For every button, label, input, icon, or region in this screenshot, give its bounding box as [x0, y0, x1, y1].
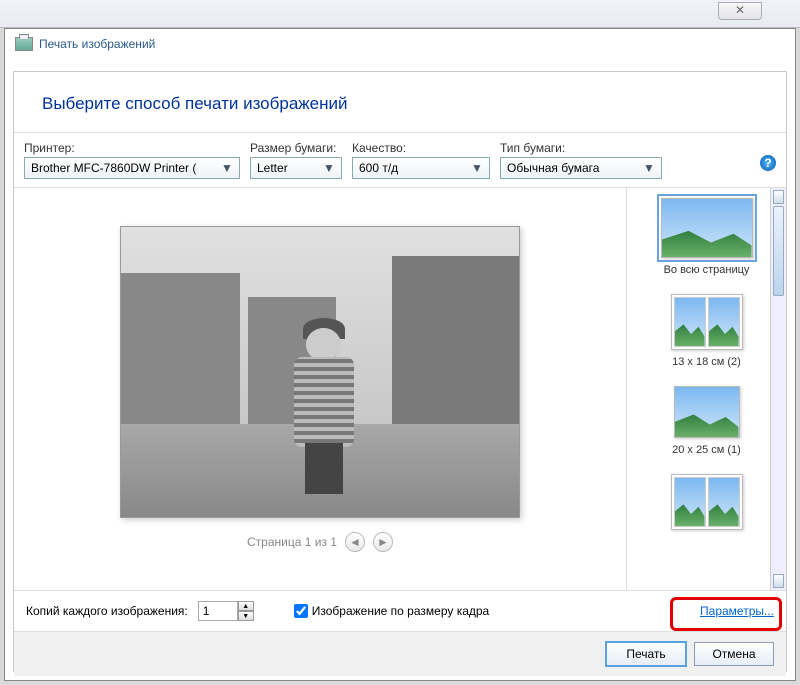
printer-group: Принтер: Brother MFC-7860DW Printer ( ▼	[24, 141, 240, 179]
paper-type-label: Тип бумаги:	[500, 141, 662, 155]
page-navigation: Страница 1 из 1 ◄ ►	[247, 532, 393, 552]
layout-option-20x25[interactable]: 20 x 25 см (1)	[633, 386, 780, 456]
print-pictures-dialog: Печать изображений Выберите способ печат…	[4, 28, 796, 681]
fit-frame-label: Изображение по размеру кадра	[312, 604, 489, 618]
copies-label: Копий каждого изображения:	[26, 604, 188, 618]
chevron-down-icon: ▼	[321, 161, 337, 175]
paper-type-combobox[interactable]: Обычная бумага ▼	[500, 157, 662, 179]
parent-window-titlebar: ✕	[0, 0, 800, 28]
layout-option-next[interactable]	[633, 474, 780, 530]
preview-pane: Страница 1 из 1 ◄ ►	[14, 188, 626, 590]
paper-size-group: Размер бумаги: Letter ▼	[250, 141, 342, 179]
print-button[interactable]: Печать	[606, 642, 686, 666]
next-page-button[interactable]: ►	[373, 532, 393, 552]
main-area: Страница 1 из 1 ◄ ► Во всю страницу 13 x …	[14, 188, 786, 590]
quality-value: 600 т/д	[359, 161, 398, 175]
layout-option-full[interactable]: Во всю страницу	[633, 198, 780, 276]
cancel-button[interactable]: Отмена	[694, 642, 774, 666]
layout-option-13x18[interactable]: 13 x 18 см (2)	[633, 294, 780, 368]
chevron-down-icon: ▼	[469, 161, 485, 175]
printer-combobox[interactable]: Brother MFC-7860DW Printer ( ▼	[24, 157, 240, 179]
prev-page-button[interactable]: ◄	[345, 532, 365, 552]
layout-label: 13 x 18 см (2)	[633, 356, 780, 368]
dialog-inner-panel: Выберите способ печати изображений Принт…	[13, 71, 787, 672]
printer-icon	[15, 37, 33, 51]
help-icon[interactable]: ?	[760, 155, 776, 171]
quality-group: Качество: 600 т/д ▼	[352, 141, 490, 179]
fit-frame-checkbox-wrap[interactable]: Изображение по размеру кадра	[294, 604, 489, 618]
print-preview-image	[120, 226, 520, 518]
print-settings-row: Принтер: Brother MFC-7860DW Printer ( ▼ …	[14, 133, 786, 188]
window-close-button[interactable]: ✕	[718, 2, 762, 20]
layout-scrollbar[interactable]	[770, 188, 786, 590]
copies-row: Копий каждого изображения: ▲ ▼ Изображен…	[14, 590, 786, 631]
dialog-buttons-row: Печать Отмена	[14, 631, 786, 676]
printer-label: Принтер:	[24, 141, 240, 155]
scroll-thumb[interactable]	[773, 206, 784, 296]
layout-pane[interactable]: Во всю страницу 13 x 18 см (2) 20 x 25 см …	[626, 188, 786, 590]
chevron-down-icon: ▼	[219, 161, 235, 175]
fit-frame-checkbox[interactable]	[294, 604, 308, 618]
dialog-title-row: Печать изображений	[5, 29, 795, 55]
layout-label: Во всю страницу	[633, 264, 780, 276]
copies-up-button[interactable]: ▲	[238, 601, 254, 611]
copies-down-button[interactable]: ▼	[238, 611, 254, 621]
close-icon: ✕	[735, 3, 745, 17]
copies-spinner: ▲ ▼	[198, 601, 254, 621]
layout-label: 20 x 25 см (1)	[633, 444, 780, 456]
quality-combobox[interactable]: 600 т/д ▼	[352, 157, 490, 179]
scroll-up-button[interactable]	[773, 190, 784, 204]
paper-type-value: Обычная бумага	[507, 161, 599, 175]
printer-value: Brother MFC-7860DW Printer (	[31, 161, 196, 175]
paper-size-label: Размер бумаги:	[250, 141, 342, 155]
paper-type-group: Тип бумаги: Обычная бумага ▼	[500, 141, 662, 179]
quality-label: Качество:	[352, 141, 490, 155]
scroll-down-button[interactable]	[773, 574, 784, 588]
dialog-title: Печать изображений	[39, 37, 155, 51]
parameters-link[interactable]: Параметры...	[700, 604, 774, 618]
paper-size-combobox[interactable]: Letter ▼	[250, 157, 342, 179]
copies-input[interactable]	[198, 601, 238, 621]
paper-size-value: Letter	[257, 161, 288, 175]
dialog-heading: Выберите способ печати изображений	[14, 72, 786, 133]
chevron-down-icon: ▼	[641, 161, 657, 175]
page-indicator: Страница 1 из 1	[247, 535, 337, 549]
